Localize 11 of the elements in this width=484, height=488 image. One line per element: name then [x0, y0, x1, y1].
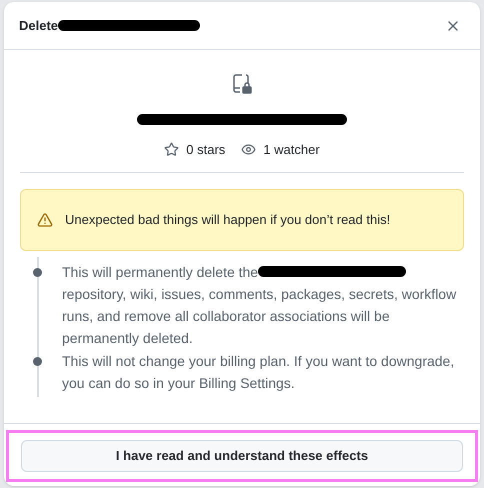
effect-text: This will not change your billing plan. If you want to downgrade, you can do so in your Billing Settings. [62, 352, 456, 393]
eye-icon [241, 142, 256, 158]
warning-text: Unexpected bad things will happen if you don’t read this! [65, 210, 390, 229]
effect-text: repository, wiki, issues, comments, packages, secrets, workflow runs, and remove all collaborator associations will be permanently deleted. [62, 284, 458, 348]
stat-text: 0 stars [186, 141, 226, 159]
confirm-button[interactable]: I have read and understand these effects [21, 440, 463, 472]
effect-text: This will permanently delete the [62, 262, 258, 282]
stat-text: 1 watcher [263, 141, 320, 159]
dialog-title: Delete [19, 16, 58, 35]
warning-icon [37, 212, 53, 228]
star-icon [164, 142, 180, 158]
